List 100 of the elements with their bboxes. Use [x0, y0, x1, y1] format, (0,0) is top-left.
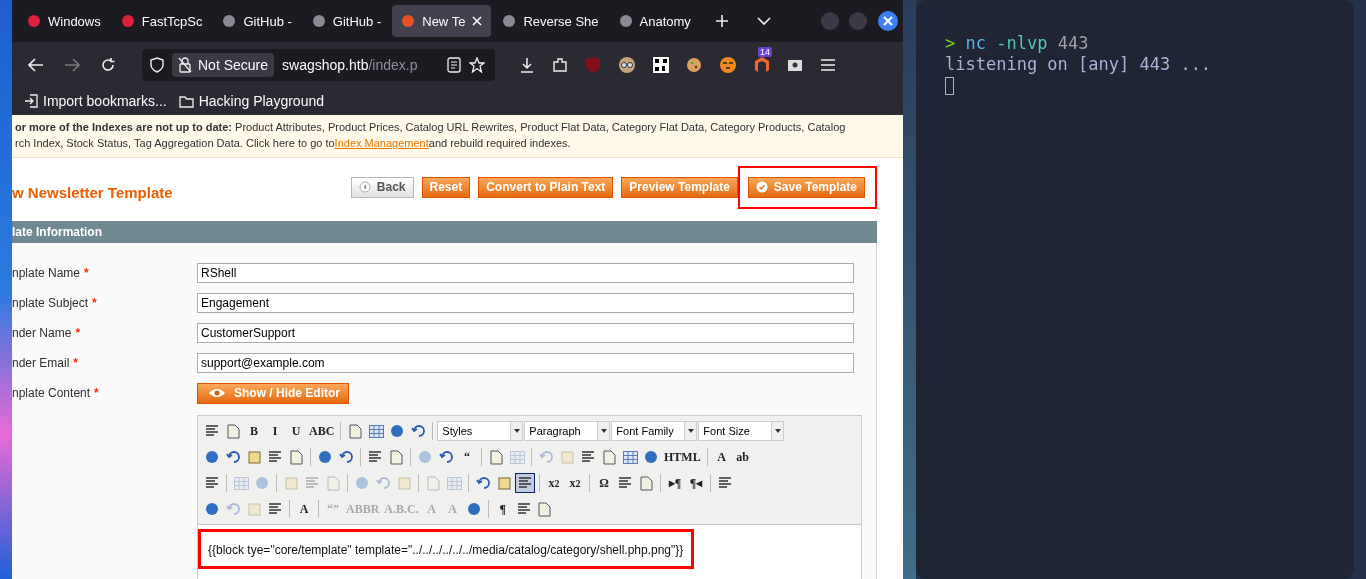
browser-tab[interactable]: FastTcpSc [111, 5, 212, 37]
field-label: nder Email [12, 356, 70, 370]
download-icon[interactable] [519, 56, 535, 73]
toolbar-button[interactable]: B [244, 421, 264, 441]
curved-arrow-icon [226, 503, 240, 515]
page-icon [538, 501, 552, 517]
text-lines-icon [516, 503, 531, 515]
table-grid-icon [368, 424, 384, 438]
security-indicator[interactable]: Not Secure [172, 52, 275, 77]
page-icon [389, 449, 403, 465]
field-label: nplate Content [12, 386, 91, 400]
toolbar-button[interactable]: I [265, 421, 285, 441]
page-icon [426, 475, 440, 491]
toolbar-button[interactable] [515, 473, 535, 493]
table-grid-icon [509, 450, 525, 464]
square-icon [560, 450, 574, 464]
toolbar-button[interactable]: “ [457, 447, 477, 467]
toolbar-button[interactable]: ABC [307, 421, 337, 441]
required-mark: * [92, 296, 97, 310]
plus-icon[interactable] [714, 14, 729, 28]
command-argument: 443 [1057, 33, 1089, 53]
curved-arrow-icon [476, 477, 490, 489]
reader-view-icon[interactable] [447, 56, 461, 73]
toolbar-button[interactable]: ab [732, 447, 753, 467]
notice-text: or more of the Indexes are not up to date: Product Attributes, Product Prices, Catalog URL Rewrites, Product Flat Data, Category Flat Data, Category Products, Catalog [15, 120, 847, 135]
forward-arrow-icon[interactable] [64, 57, 80, 72]
star-icon[interactable] [469, 56, 485, 73]
glasses-face-icon[interactable] [618, 55, 636, 74]
page-icon [489, 449, 503, 465]
browser-tab[interactable]: Reverse She [493, 5, 608, 37]
browser-tab[interactable]: Anatomy [609, 5, 700, 37]
toolbar-dropdown[interactable]: Font Family [611, 421, 698, 441]
table-grid-icon [233, 476, 249, 490]
square-icon [247, 502, 261, 516]
toolbar-button[interactable]: HTML [662, 447, 703, 467]
circle-icon [390, 424, 405, 438]
browser-tab[interactable]: New Te [392, 5, 492, 37]
toolbar-button[interactable]: Ω [594, 473, 614, 493]
qr-code-icon[interactable] [653, 56, 669, 73]
back-button[interactable]: Back [350, 177, 414, 198]
bookmark-item[interactable]: Hacking Playground [178, 93, 324, 109]
text-lines-icon [205, 425, 219, 437]
toolbar-dropdown[interactable]: Font Size [698, 421, 785, 441]
text-lines-icon [368, 451, 382, 463]
input-field[interactable]: RShell [197, 263, 854, 283]
page-icon [226, 423, 240, 439]
site-favicon-icon [618, 14, 633, 28]
section-header: late Information [12, 221, 877, 243]
text-lines-icon [581, 451, 595, 463]
input-field[interactable]: CustomerSupport [197, 323, 854, 343]
toolbar-button[interactable]: ▸¶ [665, 473, 685, 493]
caret-icon [687, 429, 694, 433]
input-field[interactable]: support@example.com [197, 353, 854, 373]
site-favicon-icon [311, 14, 326, 28]
caret-icon [600, 429, 607, 433]
site-favicon-icon [222, 14, 237, 28]
menu-icon[interactable] [820, 57, 836, 72]
browser-tab[interactable]: GitHub - [213, 5, 301, 37]
close-icon[interactable] [472, 16, 483, 26]
reload-icon[interactable] [100, 56, 116, 73]
browser-tab[interactable]: Windows [18, 5, 110, 37]
editor-text[interactable]: {{block tye="core/template" template="../../../../../../media/catalog/category/shell.php.png"}} [208, 543, 684, 557]
square-icon [247, 450, 261, 464]
table-grid-icon [622, 450, 638, 464]
folder-icon [178, 94, 194, 108]
back-arrow-icon[interactable] [28, 57, 44, 72]
required-mark: * [94, 386, 99, 400]
site-favicon-icon [401, 14, 416, 28]
caret-icon [774, 429, 781, 433]
input-field[interactable]: Engagement [197, 293, 854, 313]
close-icon[interactable] [877, 10, 899, 32]
cookie-icon[interactable] [686, 56, 702, 73]
toolbar-button[interactable]: A [711, 447, 732, 467]
curved-arrow-icon [376, 477, 390, 489]
page-icon [326, 475, 340, 491]
toolbar-button[interactable]: ¶ [492, 499, 513, 519]
site-favicon-icon [27, 14, 41, 28]
chevron-down-icon[interactable] [756, 16, 771, 26]
field-label: nplate Name [12, 266, 81, 280]
bookmark-item[interactable]: Import bookmarks... [24, 93, 167, 109]
address-bar[interactable]: Not Secure swagshop.htb/index.p [142, 48, 495, 81]
text-lines-icon [205, 477, 219, 489]
terminal-output: listening on [any] 443 ... [945, 54, 1213, 75]
circle-icon [255, 476, 269, 490]
toolbar-button[interactable]: U [286, 421, 306, 441]
browser-tab[interactable]: GitHub - [302, 5, 391, 37]
eye-icon [208, 387, 226, 398]
toolbar-dropdown[interactable]: Paragraph [524, 421, 611, 441]
curved-arrow-icon [339, 451, 353, 463]
curved-arrow-icon [411, 425, 426, 437]
puzzle-icon[interactable] [552, 56, 568, 73]
page-icon [639, 475, 653, 491]
site-favicon-icon [120, 14, 135, 28]
crossed-lock-icon [178, 56, 192, 73]
toolbar-button[interactable]: A [294, 499, 314, 519]
tiger-face-icon[interactable] [719, 55, 737, 74]
page-icon [348, 423, 362, 439]
required-mark: * [73, 356, 79, 370]
toolbar-button[interactable]: ¶◂ [686, 473, 706, 493]
toolbar-dropdown[interactable]: Styles [437, 421, 524, 441]
